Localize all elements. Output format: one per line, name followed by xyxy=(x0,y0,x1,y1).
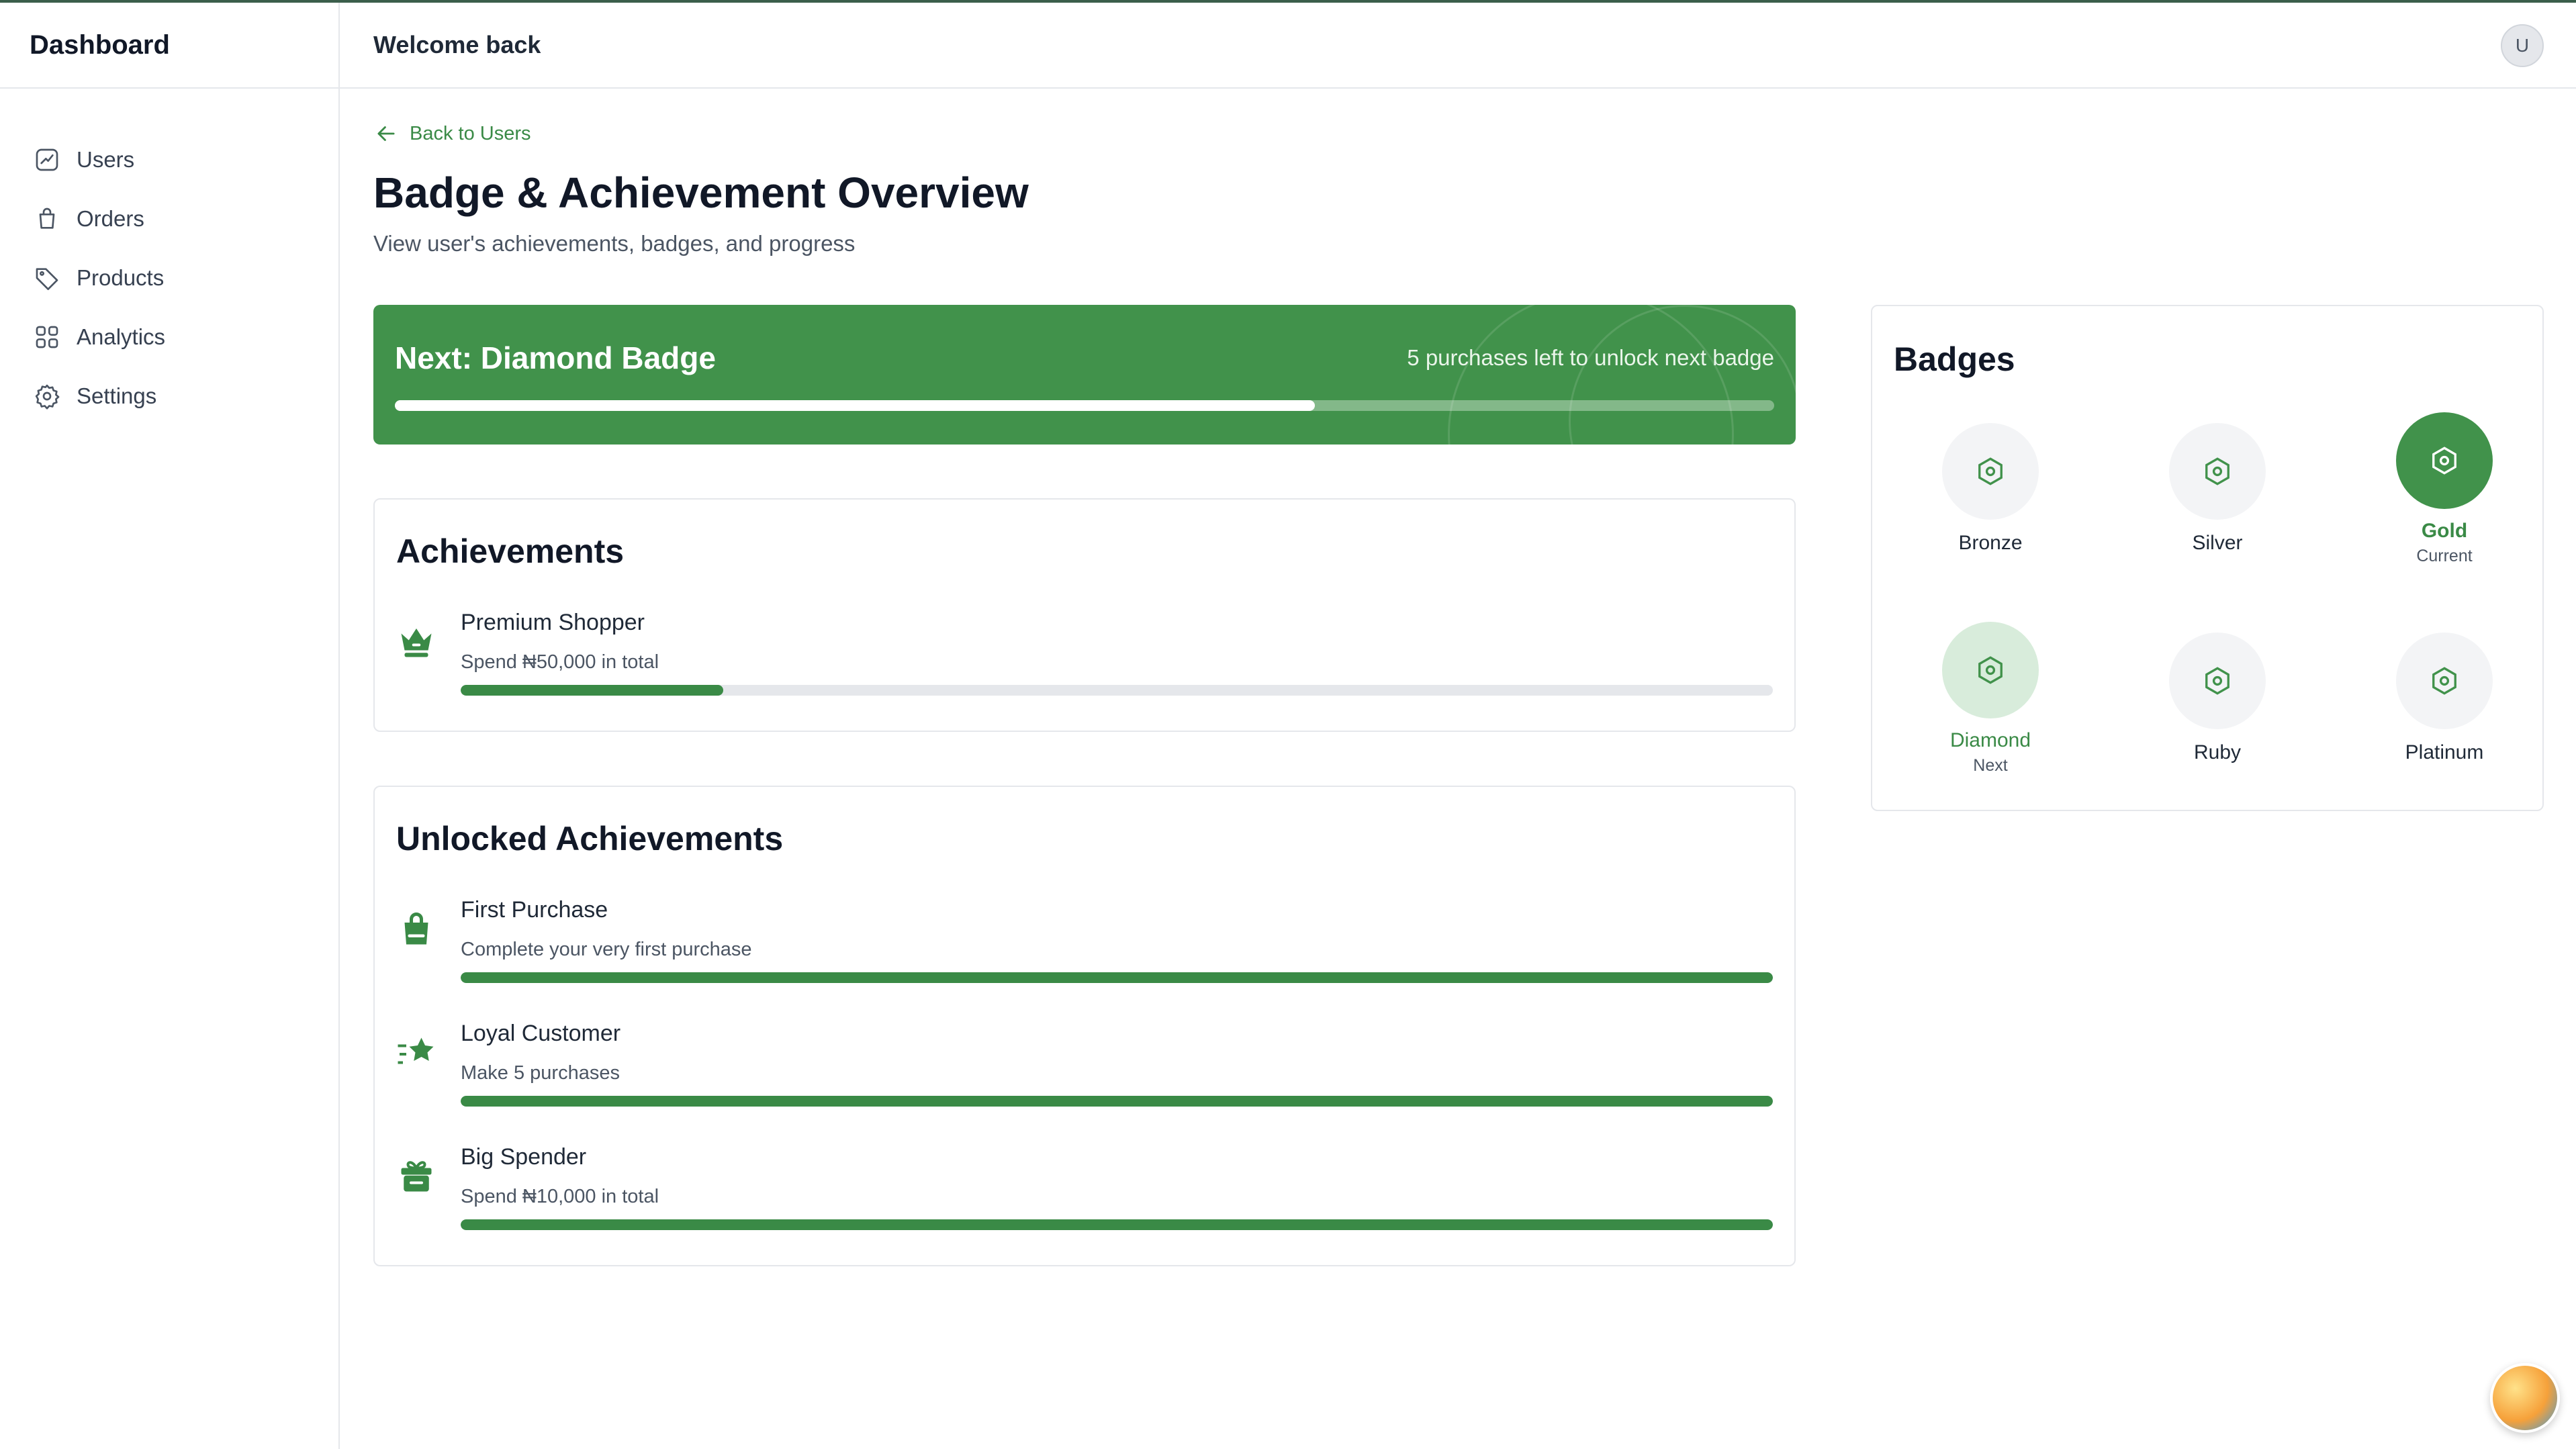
achievements-card: Achievements Premium Shopper Spend ₦50,0… xyxy=(373,498,1796,732)
badges-card: Badges Bronze Silver Gold Current Diamon… xyxy=(1871,305,2544,811)
trending-chart-icon xyxy=(36,148,58,171)
achievement-progress-bar xyxy=(461,1096,1773,1107)
next-badge-progress-bar xyxy=(395,400,1774,411)
badge-circle xyxy=(2396,633,2493,729)
badge-circle xyxy=(1942,423,2039,520)
achievement-progress-fill xyxy=(461,972,1773,983)
badge-circle xyxy=(1942,622,2039,718)
assistant-fab-icon[interactable] xyxy=(2490,1363,2560,1433)
achievement-name: Loyal Customer xyxy=(461,1021,621,1046)
achievement-item: Loyal Customer Make 5 purchases xyxy=(396,1021,1773,1121)
achievement-name: First Purchase xyxy=(461,897,608,923)
badge-name: Silver xyxy=(2192,532,2243,554)
badge-name: Ruby xyxy=(2193,741,2242,763)
next-badge-note: 5 purchases left to unlock next badge xyxy=(1407,345,1774,370)
next-badge-banner: Next: Diamond Badge 5 purchases left to … xyxy=(373,305,1796,445)
sidebar: Dashboard Users Orders Products Analytic… xyxy=(0,3,340,1449)
badge-name: Diamond xyxy=(1949,729,2031,751)
unlocked-achievements-title: Unlocked Achievements xyxy=(396,820,784,857)
gift-box-icon xyxy=(401,1161,432,1192)
achievement-progress-fill xyxy=(461,685,723,696)
next-badge-title: Next: Diamond Badge xyxy=(395,340,716,375)
back-link-label: Back to Users xyxy=(410,122,531,144)
achievements-title: Achievements xyxy=(396,532,625,570)
badge-name: Bronze xyxy=(1958,532,2023,554)
badge-name: Gold xyxy=(2421,520,2468,542)
tag-icon xyxy=(36,268,58,290)
sidebar-item-products[interactable]: Products xyxy=(34,248,165,308)
badge-circle xyxy=(2169,633,2266,729)
achievement-item: Big Spender Spend ₦10,000 in total xyxy=(396,1144,1773,1245)
unlocked-achievements-card: Unlocked Achievements First Purchase Com… xyxy=(373,786,1796,1266)
achievement-desc: Make 5 purchases xyxy=(461,1062,620,1084)
badge-bronze[interactable]: Bronze xyxy=(1876,423,2105,555)
brand-title: Dashboard xyxy=(30,30,170,60)
star-icon xyxy=(398,1037,434,1064)
grid-icon xyxy=(36,326,58,348)
sidebar-item-label: Users xyxy=(77,147,135,172)
avatar[interactable]: U xyxy=(2501,24,2544,67)
back-to-users-link[interactable]: Back to Users xyxy=(373,121,531,146)
top-header: Welcome back U xyxy=(340,3,2576,89)
next-badge-progress-fill xyxy=(395,400,1316,411)
sidebar-item-analytics[interactable]: Analytics xyxy=(34,308,165,367)
crown-icon xyxy=(401,628,432,657)
sidebar-item-settings[interactable]: Settings xyxy=(34,367,165,426)
sidebar-item-orders[interactable]: Orders xyxy=(34,189,165,248)
badge-platinum[interactable]: Platinum xyxy=(2330,633,2559,764)
badge-name: Platinum xyxy=(2405,741,2484,763)
badges-title: Badges xyxy=(1894,340,2015,378)
achievement-name: Big Spender xyxy=(461,1144,587,1170)
achievement-desc: Spend ₦50,000 in total xyxy=(461,651,659,673)
arrow-left-icon xyxy=(377,126,395,141)
achievement-progress-fill xyxy=(461,1219,1773,1230)
hexagon-badge-icon xyxy=(1978,656,2003,684)
badge-circle xyxy=(2396,412,2493,509)
sidebar-item-label: Analytics xyxy=(77,324,166,349)
badge-diamond[interactable]: Diamond Next xyxy=(1876,622,2105,776)
achievement-desc: Spend ₦10,000 in total xyxy=(461,1186,659,1207)
achievement-progress-bar xyxy=(461,972,1773,983)
shopping-bag-icon xyxy=(39,207,55,229)
achievement-progress-bar xyxy=(461,1219,1773,1230)
hexagon-badge-icon xyxy=(2205,457,2229,485)
hexagon-badge-icon xyxy=(2432,447,2456,475)
achievement-desc: Complete your very first purchase xyxy=(461,939,752,960)
badge-ruby[interactable]: Ruby xyxy=(2103,633,2332,764)
gear-icon xyxy=(35,384,60,410)
sidebar-item-users[interactable]: Users xyxy=(34,130,165,189)
achievement-progress-bar xyxy=(461,685,1773,696)
achievement-item: First Purchase Complete your very first … xyxy=(396,897,1773,998)
badge-status: Next xyxy=(1973,756,2008,775)
badge-status: Current xyxy=(2416,547,2473,565)
achievement-progress-fill xyxy=(461,1096,1773,1107)
header-title: Welcome back xyxy=(373,31,541,58)
hexagon-badge-icon xyxy=(2205,667,2229,695)
sidebar-item-label: Settings xyxy=(77,383,157,408)
sidebar-nav: Users Orders Products Analytics Settings xyxy=(34,130,165,426)
achievement-item: Premium Shopper Spend ₦50,000 in total xyxy=(396,610,1773,710)
badge-circle xyxy=(2169,423,2266,520)
badge-silver[interactable]: Silver xyxy=(2103,423,2332,555)
page-subtitle: View user's achievements, badges, and pr… xyxy=(373,231,856,256)
shopping-bag-icon xyxy=(404,913,428,945)
sidebar-item-label: Orders xyxy=(77,206,144,231)
sidebar-item-label: Products xyxy=(77,265,165,290)
achievement-name: Premium Shopper xyxy=(461,610,645,635)
badge-gold[interactable]: Gold Current xyxy=(2330,412,2559,566)
page-title: Badge & Achievement Overview xyxy=(373,169,1029,217)
hexagon-badge-icon xyxy=(1978,457,2003,485)
hexagon-badge-icon xyxy=(2432,667,2456,695)
sidebar-header: Dashboard xyxy=(0,3,338,89)
